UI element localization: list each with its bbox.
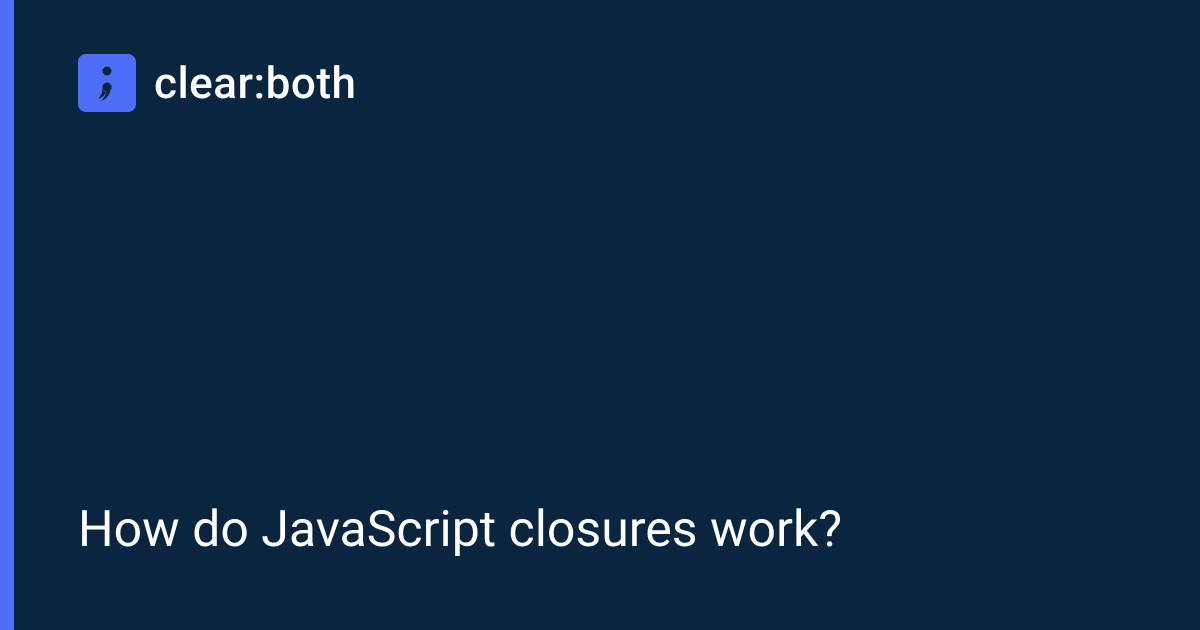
content-area: clear:both How do JavaScript closures wo… <box>0 0 1200 630</box>
page-title: How do JavaScript closures work? <box>78 500 1130 570</box>
logo: clear:both <box>78 54 1130 112</box>
semicolon-icon <box>97 63 117 103</box>
brand-name: clear:both <box>154 57 356 109</box>
logo-mark-icon <box>78 54 136 112</box>
